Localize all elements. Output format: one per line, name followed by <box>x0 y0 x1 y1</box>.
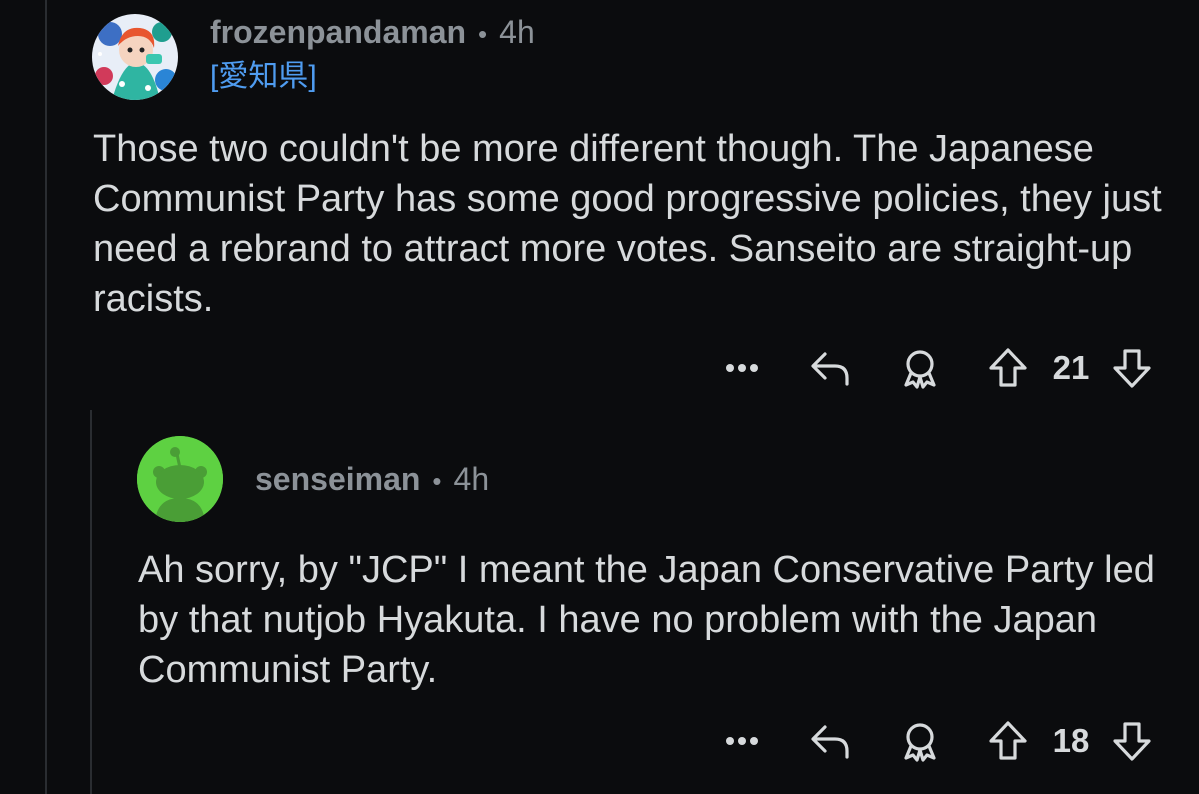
more-options-icon <box>726 737 758 745</box>
downvote-icon <box>1113 722 1151 761</box>
separator-dot: • <box>432 466 442 496</box>
timestamp: 4h <box>499 14 535 50</box>
username[interactable]: senseiman <box>255 461 420 497</box>
thread-line-inner[interactable] <box>90 410 92 794</box>
upvote-button[interactable] <box>984 346 1032 390</box>
comment-body: Ah sorry, by "JCP" I meant the Japan Con… <box>138 549 1155 691</box>
thread-line-outer[interactable] <box>45 0 47 794</box>
user-avatar-image <box>92 14 178 100</box>
timestamp: 4h <box>453 461 490 497</box>
more-options-icon <box>726 364 758 372</box>
award-button[interactable] <box>896 346 944 390</box>
vote-count: 21 <box>1052 349 1090 386</box>
avatar[interactable] <box>92 14 178 100</box>
award-button[interactable] <box>896 719 944 763</box>
default-snoo-avatar-icon <box>137 436 223 522</box>
user-flair: [愛知県] <box>210 60 317 93</box>
downvote-icon <box>1113 349 1151 388</box>
downvote-button[interactable] <box>1108 719 1156 763</box>
reply-button[interactable] <box>806 719 854 763</box>
upvote-icon <box>989 721 1027 760</box>
reply-button[interactable] <box>806 346 854 390</box>
reply-icon <box>811 725 849 759</box>
comment-meta: senseiman • 4h <box>255 461 489 499</box>
more-options-button[interactable] <box>720 346 764 390</box>
more-options-button[interactable] <box>720 719 764 763</box>
upvote-icon <box>989 348 1027 387</box>
comment-body: Those two couldn't be more different tho… <box>93 128 1162 320</box>
avatar[interactable] <box>137 436 223 522</box>
username[interactable]: frozenpandaman <box>210 14 466 50</box>
comment-meta: frozenpandaman • 4h <box>210 14 535 52</box>
award-icon <box>904 723 936 762</box>
downvote-button[interactable] <box>1108 346 1156 390</box>
award-icon <box>904 350 936 389</box>
upvote-button[interactable] <box>984 719 1032 763</box>
separator-dot: • <box>478 19 488 49</box>
reply-icon <box>811 352 849 386</box>
vote-count: 18 <box>1052 722 1090 759</box>
